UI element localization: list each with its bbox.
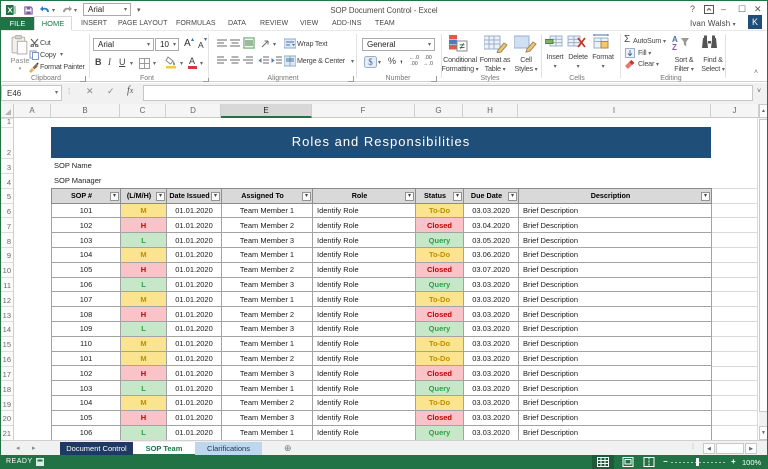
svg-text:$: $ bbox=[368, 57, 373, 67]
svg-text:≠: ≠ bbox=[459, 42, 465, 53]
svg-text:Z: Z bbox=[672, 43, 677, 51]
